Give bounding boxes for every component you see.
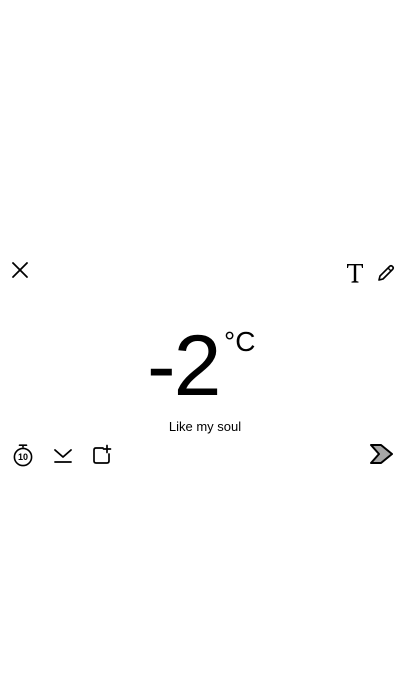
send-button[interactable] bbox=[366, 440, 398, 468]
add-to-story-button[interactable] bbox=[89, 441, 115, 469]
close-button[interactable] bbox=[8, 258, 32, 282]
save-button[interactable] bbox=[50, 442, 76, 468]
text-tool-icon bbox=[347, 264, 363, 283]
caption-text[interactable]: Like my soul bbox=[0, 419, 400, 435]
pencil-tool-button[interactable] bbox=[374, 260, 398, 286]
send-arrow-icon bbox=[370, 444, 393, 464]
add-to-story-icon bbox=[93, 444, 112, 464]
timer-button[interactable]: 10 bbox=[10, 442, 36, 468]
temperature-sticker[interactable]: -2 °C bbox=[0, 318, 400, 418]
pencil-icon bbox=[378, 264, 395, 281]
timer-icon: 10 bbox=[13, 444, 33, 467]
download-icon bbox=[54, 449, 72, 463]
temperature-value: -2 bbox=[147, 318, 221, 414]
close-icon bbox=[12, 262, 28, 278]
temperature-unit: °C bbox=[224, 326, 256, 357]
text-tool-button[interactable] bbox=[342, 260, 368, 286]
timer-value: 10 bbox=[18, 452, 28, 462]
